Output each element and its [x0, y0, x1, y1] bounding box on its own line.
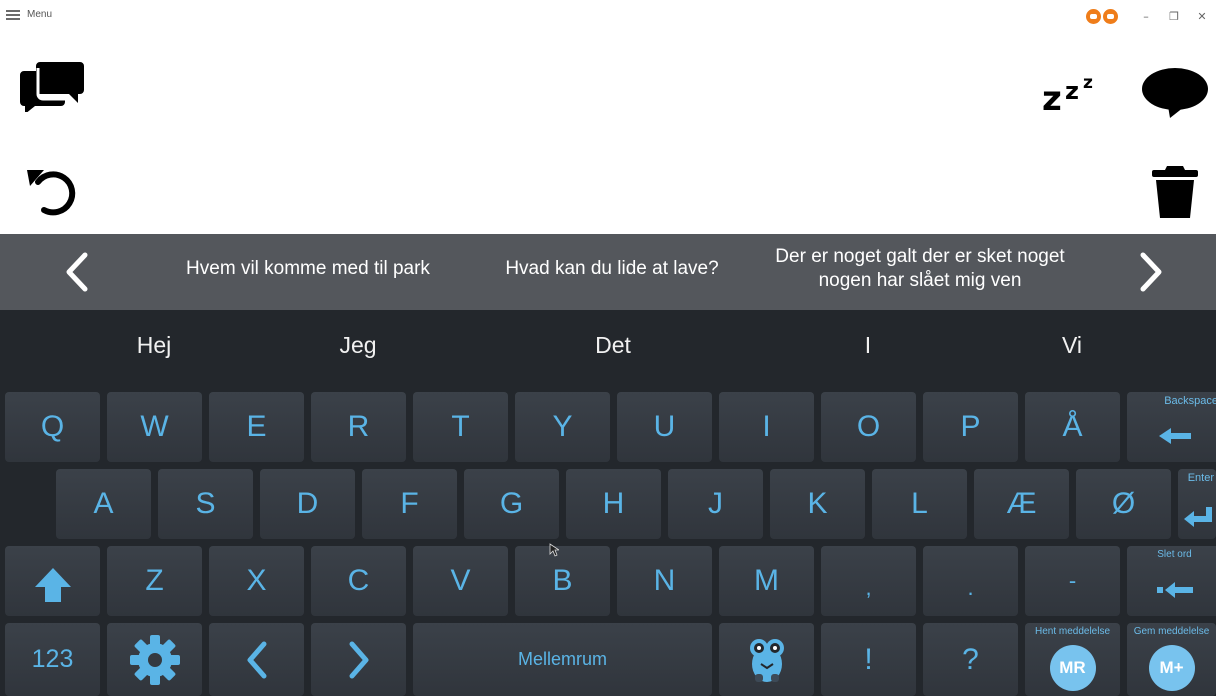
prediction-item[interactable]: Hej	[84, 332, 224, 359]
key-oe[interactable]: Ø	[1076, 469, 1171, 539]
key-j[interactable]: J	[668, 469, 763, 539]
enter-label: Enter	[1187, 472, 1214, 484]
fetch-message-key[interactable]: Hent meddelelse MR	[1025, 623, 1120, 696]
phrase-prev-button[interactable]	[52, 246, 102, 298]
key-period[interactable]: .	[923, 546, 1018, 616]
enter-key[interactable]: Enter	[1178, 469, 1216, 539]
word-predictions: Hej Jeg Det I Vi	[0, 310, 1216, 386]
chat-badge-icon[interactable]	[1086, 8, 1101, 24]
key-m[interactable]: M	[719, 546, 814, 616]
key-s[interactable]: S	[158, 469, 253, 539]
on-screen-keyboard: Hej Jeg Det I Vi Q W E R T Y U I O P Å B…	[0, 310, 1216, 696]
prediction-item[interactable]: Det	[543, 332, 683, 359]
key-i[interactable]: I	[719, 392, 814, 462]
key-o[interactable]: O	[821, 392, 916, 462]
delete-word-key[interactable]: Slet ord	[1127, 546, 1216, 616]
phrase-bar: Hvem vil komme med til park Hvad kan du …	[0, 234, 1216, 310]
key-u[interactable]: U	[617, 392, 712, 462]
key-f[interactable]: F	[362, 469, 457, 539]
backspace-arrow-icon	[1158, 428, 1191, 444]
key-y[interactable]: Y	[515, 392, 610, 462]
trash-icon[interactable]	[1150, 162, 1200, 220]
key-q[interactable]: Q	[5, 392, 100, 462]
cursor-left-key[interactable]	[209, 623, 304, 696]
enter-arrow-icon	[1184, 507, 1212, 527]
key-t[interactable]: T	[413, 392, 508, 462]
owl-mascot-icon	[749, 638, 784, 682]
key-v[interactable]: V	[413, 546, 508, 616]
phrase-item[interactable]: Hvem vil komme med til park	[160, 257, 456, 281]
key-aa[interactable]: Å	[1025, 392, 1120, 462]
prediction-item[interactable]: Vi	[1002, 332, 1142, 359]
menu-button[interactable]: Menu	[6, 9, 52, 20]
key-a[interactable]: A	[56, 469, 151, 539]
svg-text:z: z	[1042, 79, 1062, 114]
close-button[interactable]: ✕	[1188, 6, 1216, 26]
app-badges	[1086, 8, 1118, 24]
key-comma[interactable]: ,	[821, 546, 916, 616]
prediction-item[interactable]: I	[798, 332, 938, 359]
key-x[interactable]: X	[209, 546, 304, 616]
backspace-label: Backspace	[1164, 395, 1216, 407]
face-badge-icon[interactable]	[1103, 8, 1118, 24]
space-key[interactable]: Mellemrum	[413, 623, 712, 696]
gear-icon	[129, 634, 180, 685]
key-r[interactable]: R	[311, 392, 406, 462]
key-w[interactable]: W	[107, 392, 202, 462]
backspace-key[interactable]: Backspace	[1127, 392, 1216, 462]
phrase-item[interactable]: Hvad kan du lide at lave?	[480, 257, 744, 281]
svg-text:z: z	[1083, 73, 1093, 93]
key-d[interactable]: D	[260, 469, 355, 539]
fetch-message-label: Hent meddelelse	[1034, 626, 1111, 637]
key-g[interactable]: G	[464, 469, 559, 539]
chevron-left-icon	[66, 252, 88, 292]
hamburger-icon	[6, 10, 20, 20]
title-bar: Menu – ❐ ✕	[0, 0, 1216, 32]
save-message-badge: M+	[1148, 644, 1195, 691]
key-c[interactable]: C	[311, 546, 406, 616]
key-ae[interactable]: Æ	[974, 469, 1069, 539]
key-k[interactable]: K	[770, 469, 865, 539]
mascot-key[interactable]	[719, 623, 814, 696]
window-controls: – ❐ ✕	[1086, 6, 1216, 26]
key-z[interactable]: Z	[107, 546, 202, 616]
key-n[interactable]: N	[617, 546, 712, 616]
shift-arrow-icon	[34, 568, 71, 602]
key-p[interactable]: P	[923, 392, 1018, 462]
messages-icon[interactable]	[18, 58, 86, 112]
key-l[interactable]: L	[872, 469, 967, 539]
menu-label: Menu	[27, 9, 53, 20]
svg-text:z: z	[1065, 77, 1079, 105]
prediction-item[interactable]: Jeg	[288, 332, 428, 359]
key-exclamation[interactable]: !	[821, 623, 916, 696]
shift-key[interactable]	[5, 546, 100, 616]
key-hyphen[interactable]: -	[1025, 546, 1120, 616]
chevron-right-icon	[1140, 252, 1162, 292]
chevron-right-icon	[349, 641, 368, 678]
numbers-key[interactable]: 123	[5, 623, 100, 696]
settings-key[interactable]	[107, 623, 202, 696]
phrase-item[interactable]: Der er noget galt der er sket noget noge…	[760, 245, 1080, 293]
fetch-message-badge: MR	[1049, 644, 1096, 691]
undo-icon[interactable]	[24, 162, 80, 218]
key-e[interactable]: E	[209, 392, 304, 462]
save-message-key[interactable]: Gem meddelelse M+	[1127, 623, 1216, 696]
mouse-pointer-icon	[549, 543, 559, 557]
minimize-button[interactable]: –	[1132, 6, 1160, 26]
phrase-next-button[interactable]	[1126, 246, 1176, 298]
restore-button[interactable]: ❐	[1160, 6, 1188, 26]
delete-word-icon	[1156, 582, 1193, 598]
delete-word-label: Slet ord	[1157, 549, 1192, 560]
chevron-left-icon	[247, 641, 266, 678]
speak-icon[interactable]	[1140, 66, 1210, 118]
key-question[interactable]: ?	[923, 623, 1018, 696]
cursor-right-key[interactable]	[311, 623, 406, 696]
save-message-label: Gem meddelelse	[1133, 626, 1210, 637]
sleep-icon[interactable]: z z z	[1040, 64, 1104, 114]
key-b[interactable]: B	[515, 546, 610, 616]
key-h[interactable]: H	[566, 469, 661, 539]
